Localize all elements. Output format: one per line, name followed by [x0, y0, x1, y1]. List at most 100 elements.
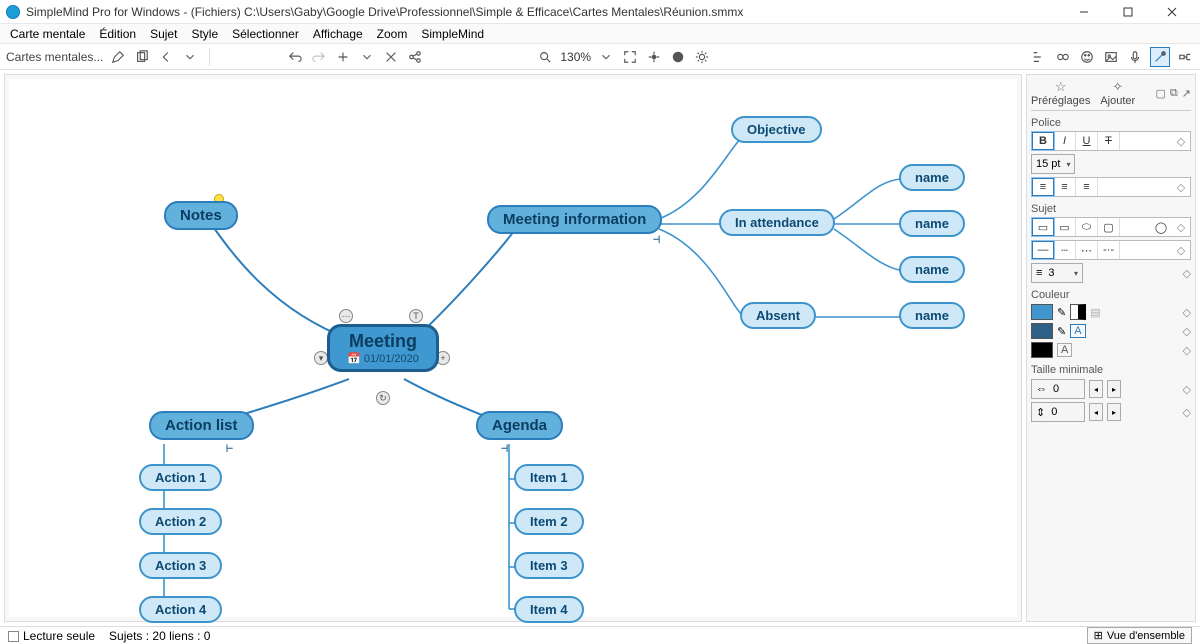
- fit-icon[interactable]: [621, 47, 639, 67]
- absent-node[interactable]: Absent: [740, 302, 816, 329]
- dropdown-icon[interactable]: [358, 47, 376, 67]
- font-size-select[interactable]: 15 pt▾: [1031, 154, 1075, 174]
- voice-icon[interactable]: [1126, 47, 1144, 67]
- clear-shape-icon[interactable]: ◇: [1172, 218, 1190, 236]
- emoji-icon[interactable]: [1078, 47, 1096, 67]
- dropper-icon[interactable]: ✎: [1057, 306, 1066, 319]
- menu-item[interactable]: Affichage: [307, 25, 369, 43]
- menu-item[interactable]: SimpleMind: [415, 25, 490, 43]
- more-shapes-icon[interactable]: ◯: [1150, 218, 1172, 236]
- layout-icon[interactable]: [1176, 47, 1194, 67]
- menu-item[interactable]: Carte mentale: [4, 25, 91, 43]
- meeting-info-node[interactable]: Meeting information: [487, 205, 662, 234]
- mindmap-canvas[interactable]: ⋯ T ▾ + ↻ Meeting 📅 01/01/2020 Notes Mee…: [9, 79, 1017, 617]
- step-down[interactable]: ◂: [1089, 403, 1103, 421]
- fill-color[interactable]: [1031, 304, 1053, 320]
- clear-border-icon[interactable]: ◇: [1172, 241, 1190, 259]
- menu-item[interactable]: Édition: [93, 25, 142, 43]
- shape-pill-button[interactable]: ⬭: [1076, 218, 1098, 236]
- auto-color-button[interactable]: A: [1070, 324, 1085, 338]
- bold-button[interactable]: B: [1032, 132, 1054, 150]
- undo-icon[interactable]: [286, 47, 304, 67]
- align-center-button[interactable]: ≡: [1054, 178, 1076, 196]
- border-dashdot-button[interactable]: -·-: [1098, 241, 1120, 259]
- step-down[interactable]: ◂: [1089, 380, 1103, 398]
- menu-item[interactable]: Sujet: [144, 25, 183, 43]
- readonly-checkbox[interactable]: Lecture seule: [8, 629, 95, 643]
- dropdown-icon[interactable]: [181, 47, 199, 67]
- maximize-button[interactable]: [1106, 0, 1150, 24]
- name-node[interactable]: name: [899, 302, 965, 329]
- clear-icon[interactable]: ◇: [1183, 267, 1191, 280]
- contrast-color[interactable]: [1070, 304, 1086, 320]
- step-up[interactable]: ▸: [1107, 380, 1121, 398]
- settings-icon[interactable]: [693, 47, 711, 67]
- add-tab[interactable]: ✧Ajouter: [1100, 79, 1135, 107]
- palette-icon[interactable]: [669, 47, 687, 67]
- cut-link-icon[interactable]: [382, 47, 400, 67]
- clear-align-icon[interactable]: ◇: [1172, 178, 1190, 196]
- item-node[interactable]: Item 4: [514, 596, 584, 623]
- node-handle[interactable]: ⋯: [339, 309, 353, 323]
- item-node[interactable]: Item 1: [514, 464, 584, 491]
- clear-icon[interactable]: ◇: [1183, 325, 1191, 338]
- redo-icon[interactable]: [310, 47, 328, 67]
- action-node[interactable]: Action 1: [139, 464, 222, 491]
- action-node[interactable]: Action 3: [139, 552, 222, 579]
- border-color[interactable]: [1031, 323, 1053, 339]
- shape-box-button[interactable]: ▢: [1098, 218, 1120, 236]
- node-handle[interactable]: T: [409, 309, 423, 323]
- action-list-node[interactable]: Action list: [149, 411, 254, 440]
- menu-item[interactable]: Sélectionner: [226, 25, 305, 43]
- link-icon[interactable]: [1054, 47, 1072, 67]
- style-icon[interactable]: [1150, 47, 1170, 67]
- name-node[interactable]: name: [899, 164, 965, 191]
- border-solid-button[interactable]: —: [1032, 241, 1054, 259]
- name-node[interactable]: name: [899, 256, 965, 283]
- pattern-icon[interactable]: ▤: [1090, 306, 1100, 319]
- copy-icon[interactable]: [133, 47, 151, 67]
- share-icon[interactable]: [406, 47, 424, 67]
- item-node[interactable]: Item 2: [514, 508, 584, 535]
- image-icon[interactable]: [1102, 47, 1120, 67]
- min-width-input[interactable]: ⇔ 0: [1031, 379, 1085, 399]
- strike-button[interactable]: T: [1098, 132, 1120, 150]
- name-node[interactable]: name: [899, 210, 965, 237]
- menu-item[interactable]: Style: [185, 25, 224, 43]
- panel-icon[interactable]: ▢: [1156, 87, 1166, 100]
- item-node[interactable]: Item 3: [514, 552, 584, 579]
- dropper-icon[interactable]: ✎: [1057, 325, 1066, 338]
- attendance-node[interactable]: In attendance: [719, 209, 835, 236]
- align-left-button[interactable]: ≡: [1032, 178, 1054, 196]
- action-node[interactable]: Action 2: [139, 508, 222, 535]
- minimize-button[interactable]: [1062, 0, 1106, 24]
- clear-icon[interactable]: ◇: [1183, 306, 1191, 319]
- edit-icon[interactable]: [109, 47, 127, 67]
- search-icon[interactable]: [536, 47, 554, 67]
- objective-node[interactable]: Objective: [731, 116, 822, 143]
- back-icon[interactable]: [157, 47, 175, 67]
- border-width-select[interactable]: ≡ 3▾: [1031, 263, 1083, 283]
- center-icon[interactable]: [645, 47, 663, 67]
- outline-icon[interactable]: [1030, 47, 1048, 67]
- step-up[interactable]: ▸: [1107, 403, 1121, 421]
- rotate-handle[interactable]: ↻: [376, 391, 390, 405]
- border-dash-button[interactable]: ┄: [1054, 241, 1076, 259]
- min-height-input[interactable]: ⇕ 0: [1031, 402, 1085, 422]
- align-right-button[interactable]: ≡: [1076, 178, 1098, 196]
- italic-button[interactable]: I: [1054, 132, 1076, 150]
- panel-icon[interactable]: ↗: [1182, 87, 1191, 100]
- menu-item[interactable]: Zoom: [371, 25, 414, 43]
- notes-node[interactable]: Notes: [164, 201, 238, 230]
- collapse-handle[interactable]: ▾: [314, 351, 328, 365]
- zoom-level[interactable]: 130%: [560, 50, 591, 64]
- clear-icon[interactable]: ◇: [1183, 344, 1191, 357]
- shape-rect-button[interactable]: ▭: [1054, 218, 1076, 236]
- border-dot-button[interactable]: ⋯: [1076, 241, 1098, 259]
- clear-icon[interactable]: ◇: [1183, 406, 1191, 419]
- close-button[interactable]: [1150, 0, 1194, 24]
- text-color[interactable]: [1031, 342, 1053, 358]
- documents-tab[interactable]: Cartes mentales...: [6, 50, 103, 64]
- presets-tab[interactable]: ☆Préréglages: [1031, 79, 1090, 107]
- auto-text-button[interactable]: A: [1057, 343, 1072, 357]
